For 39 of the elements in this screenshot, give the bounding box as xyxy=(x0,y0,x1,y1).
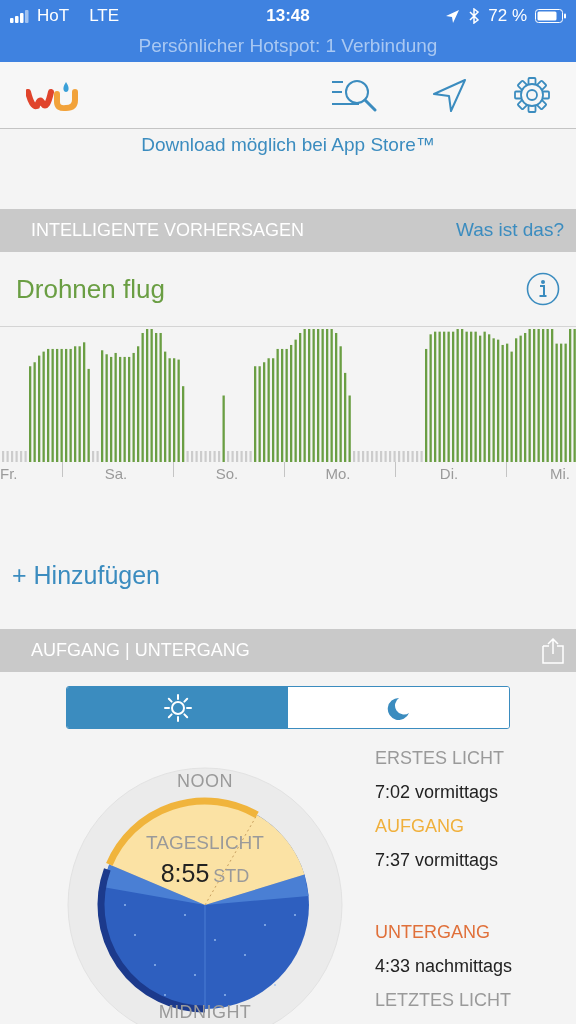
time-value: 4:33 nachmittags xyxy=(375,955,513,978)
moon-tab[interactable] xyxy=(288,687,509,728)
day-label: Mi. xyxy=(550,464,570,484)
noon-label: NOON xyxy=(176,770,234,793)
help-link[interactable]: Was ist das? xyxy=(455,216,564,245)
day-label: Fr. xyxy=(0,464,18,484)
signal-icon xyxy=(10,9,29,23)
day-label: Mo. xyxy=(325,464,351,484)
info-icon[interactable] xyxy=(526,272,560,306)
bluetooth-icon xyxy=(468,8,481,24)
time-label: ERSTES LICHT xyxy=(375,747,506,770)
daylight-label: TAGESLICHT xyxy=(145,831,265,855)
time-label: UNTERGANG xyxy=(375,921,491,944)
daylight-hours: 8:55 xyxy=(160,858,210,889)
add-button[interactable]: + Hinzufügen xyxy=(12,556,161,594)
network-type: LTE xyxy=(89,5,120,28)
download-link[interactable]: Download möglich bei App Store™ xyxy=(141,134,435,155)
day-label: Di. xyxy=(439,464,459,484)
forecast-title: Drohnen flug xyxy=(16,272,166,306)
day-label: So. xyxy=(215,464,239,484)
time-value: 7:02 vormittags xyxy=(375,781,500,804)
navigation-arrow-icon[interactable] xyxy=(432,77,467,113)
battery-percent: 72 % xyxy=(488,5,527,28)
settings-icon[interactable] xyxy=(514,77,550,113)
clock-time: 13:48 xyxy=(265,5,311,28)
time-label: LETZTES LICHT xyxy=(375,989,513,1012)
segmented-control[interactable] xyxy=(66,686,510,729)
location-arrow-icon xyxy=(445,8,461,24)
hotspot-banner[interactable]: Persönlicher Hotspot: 1 Verbindung xyxy=(0,32,576,60)
search-icon[interactable] xyxy=(331,78,377,112)
sun-icon xyxy=(162,692,193,723)
midnight-label: MIDNIGHT xyxy=(157,1001,253,1024)
battery-icon xyxy=(535,9,566,23)
time-value: 7:37 vormittags xyxy=(375,849,500,872)
hours-unit: STD xyxy=(213,865,250,888)
time-label: AUFGANG xyxy=(375,815,465,838)
carrier-name: HoT xyxy=(37,5,70,28)
moon-icon xyxy=(386,695,411,720)
day-label: Sa. xyxy=(104,464,128,484)
